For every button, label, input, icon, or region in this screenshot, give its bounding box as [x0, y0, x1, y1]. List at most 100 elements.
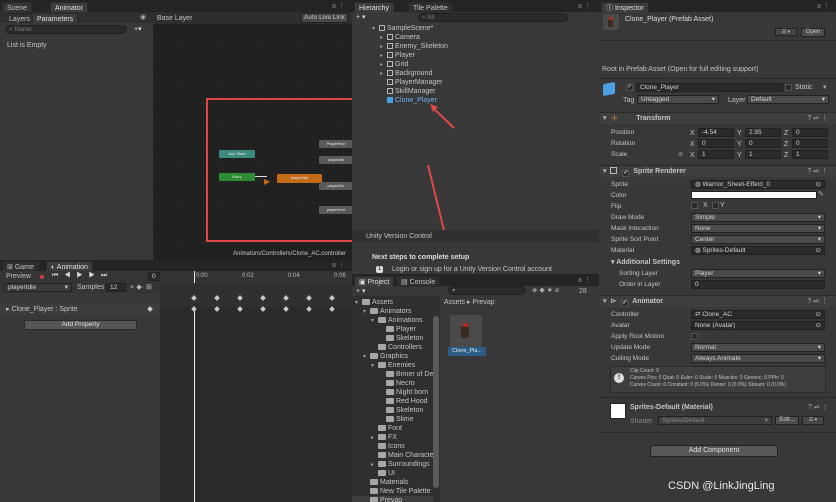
update-mode-dropdown[interactable]: Normal ▾	[691, 343, 825, 352]
state-player-idle[interactable]: playerIdle	[277, 174, 322, 183]
material-field[interactable]: ◍ Sprites-Default ⊙	[691, 246, 825, 255]
hierarchy-item[interactable]: ▸ Grid	[380, 60, 408, 69]
folder-item[interactable]: Controllers	[371, 343, 422, 352]
breadcrumb-prevap[interactable]: Prevap	[472, 299, 494, 306]
folder-item[interactable]: Night born	[379, 388, 428, 397]
folder-item[interactable]: ▾ Graphics	[363, 352, 408, 361]
lock-icon[interactable]: a ⋮	[578, 276, 591, 284]
axis-y-label[interactable]: Y	[737, 140, 742, 149]
object-picker-icon[interactable]: ⊙	[816, 322, 821, 329]
mask-interaction-dropdown[interactable]: None ▾	[691, 224, 825, 233]
folder-item[interactable]: Player	[379, 325, 416, 334]
property-name[interactable]: ▸ Clone_Player : Sprite	[6, 305, 78, 314]
transform-header[interactable]: ▾ ⊹ Transform ? ⇌ ⋮	[600, 112, 836, 124]
enabled-checkbox[interactable]: ✓	[622, 170, 630, 177]
static-dropdown-icon[interactable]: ▾	[823, 83, 827, 91]
transform-rot-x-field[interactable]: 0	[698, 139, 734, 148]
sprite-field[interactable]: ◍ Warrior_Sheet-Effect_0 ⊙	[691, 180, 825, 189]
lock-icon[interactable]: a ⋮	[578, 2, 591, 10]
axis-x-label[interactable]: X	[690, 140, 695, 149]
fold-down-icon[interactable]: ▾	[363, 353, 370, 362]
edit-shader-button[interactable]: Edit...	[775, 416, 799, 425]
folder-item[interactable]: New Tile Palette	[363, 487, 431, 496]
preview-button[interactable]: Preview	[6, 272, 31, 281]
hierarchy-item[interactable]: ▸ Enemy_Skeleton	[380, 42, 448, 51]
shader-dropdown[interactable]: Sprites/Default ▾	[658, 416, 772, 425]
tab-console[interactable]: ▤ Console	[396, 276, 441, 287]
additional-settings-header[interactable]: ▾ Additional Settings	[611, 258, 680, 267]
sprite-sort-point-dropdown[interactable]: Center ▾	[691, 235, 825, 244]
folder-item[interactable]: Slime	[379, 415, 414, 424]
asset-name[interactable]: Clone_Pla...	[448, 347, 486, 356]
fold-down-icon[interactable]: ▾	[371, 317, 378, 326]
folder-item[interactable]: Font	[371, 424, 402, 433]
auto-live-link-button[interactable]: Auto Live Link	[301, 13, 348, 23]
transform-scl-x-field[interactable]: 1	[698, 150, 734, 159]
transform-pos-y-field[interactable]: 2.95	[745, 128, 781, 137]
folder-item[interactable]: Main Characte	[371, 451, 434, 460]
state-player-atk[interactable]: playerAtk	[319, 156, 352, 164]
search-input[interactable]: ⌕ All	[418, 13, 568, 22]
folder-item[interactable]: ▾ Animations	[371, 316, 423, 325]
flip-x-checkbox[interactable]	[691, 202, 698, 209]
state-player-die[interactable]: playerDie	[319, 182, 352, 190]
state-player-run[interactable]: PlayerRun	[319, 140, 352, 148]
setup-step-text[interactable]: Login or sign up for a Unity Version Con…	[392, 265, 552, 274]
apply-root-motion-checkbox[interactable]	[691, 333, 698, 340]
draw-mode-dropdown[interactable]: Simple ▾	[691, 213, 825, 222]
lock-icon[interactable]: a ⋮	[332, 261, 345, 269]
prefab-options-button[interactable]: ☰ ▾	[775, 28, 797, 36]
object-picker-icon[interactable]: ⊙	[816, 181, 821, 188]
axis-x-label[interactable]: X	[690, 129, 695, 138]
axis-z-label[interactable]: Z	[784, 151, 788, 160]
fold-down-icon[interactable]: ▾	[363, 308, 370, 317]
scrollbar[interactable]	[433, 316, 439, 488]
link-icon[interactable]: ⊘	[678, 151, 683, 158]
folder-item[interactable]: ▾ Assets	[355, 298, 393, 307]
eye-icon[interactable]: ◉	[140, 13, 146, 21]
scene-root[interactable]: ▾ SampleScene*	[372, 24, 433, 33]
record-icon[interactable]	[38, 273, 46, 281]
hierarchy-item[interactable]: ▸ Player	[380, 51, 415, 60]
shader-options-button[interactable]: ☰ ▾	[802, 416, 824, 425]
tab-tile-palette[interactable]: Tile Palette	[408, 2, 453, 13]
transform-scl-z-field[interactable]: 1	[792, 150, 828, 159]
folder-item[interactable]: ▾ Animators	[363, 307, 412, 316]
controller-field[interactable]: ⇄ Clone_AC ⊙	[691, 310, 825, 319]
component-menu-icon[interactable]: ? ⇌ ⋮	[807, 113, 828, 124]
add-property-button[interactable]: Add Property	[24, 320, 137, 330]
open-prefab-button[interactable]: Open	[801, 28, 825, 37]
hierarchy-item[interactable]: ▸ Camera	[380, 33, 420, 42]
lock-icon[interactable]: a ⋮	[817, 2, 830, 10]
folder-item[interactable]: Skeleton	[379, 406, 423, 415]
flip-y-checkbox[interactable]	[712, 202, 719, 209]
clip-dropdown[interactable]: playerIdle ▾	[4, 283, 72, 292]
object-picker-icon[interactable]: ⊙	[816, 247, 821, 254]
layer-dropdown[interactable]: Default ▾	[747, 95, 829, 104]
state-entry[interactable]: Entry	[219, 173, 255, 181]
object-picker-icon[interactable]: ⊙	[816, 311, 821, 318]
active-checkbox[interactable]: ✓	[626, 84, 633, 91]
folder-item[interactable]: Materials	[363, 478, 408, 487]
tab-layers[interactable]: Layers	[4, 13, 36, 23]
folder-item[interactable]: Skeleton	[379, 334, 423, 343]
axis-y-label[interactable]: Y	[737, 151, 742, 160]
axis-x-label[interactable]: X	[690, 151, 695, 160]
transform-pos-z-field[interactable]: 0	[792, 128, 828, 137]
sorting-layer-dropdown[interactable]: Player ▾	[691, 269, 825, 278]
hierarchy-item[interactable]: ▸ Background	[380, 69, 432, 78]
transform-rot-y-field[interactable]: 0	[745, 139, 781, 148]
enabled-checkbox[interactable]: ✓	[621, 300, 629, 307]
animator-header[interactable]: ▾ ⊳ ✓ Animator ? ⇌ ⋮	[600, 295, 836, 307]
transform-pos-x-field[interactable]: -4.54	[698, 128, 734, 137]
color-swatch[interactable]	[691, 191, 817, 199]
keyframe-tools-icons[interactable]: ⋄ ◆· ⊞	[130, 283, 152, 291]
tag-dropdown[interactable]: Untagged ▾	[637, 95, 719, 104]
samples-field[interactable]: 12	[106, 283, 126, 292]
transform-scl-y-field[interactable]: 1	[745, 150, 781, 159]
state-any-state[interactable]: Any State	[219, 150, 255, 158]
add-object-button[interactable]: + ▾	[356, 13, 366, 21]
folder-item[interactable]: Briner of Dea	[379, 370, 437, 379]
lock-icon[interactable]: a ⋮	[332, 2, 345, 10]
axis-z-label[interactable]: Z	[784, 129, 788, 138]
